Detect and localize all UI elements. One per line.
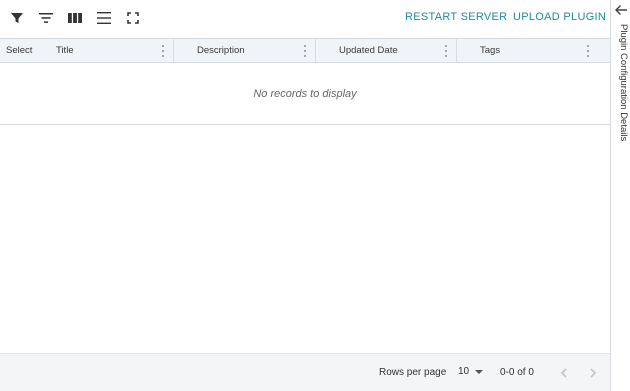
previous-page-icon[interactable] (557, 366, 571, 380)
column-header-label: Description (197, 45, 245, 56)
filter-icon[interactable] (8, 9, 26, 27)
plugin-config-side-panel: Plugin Configuration Details (610, 0, 630, 391)
column-divider[interactable] (173, 39, 174, 62)
dropdown-caret-icon (475, 369, 484, 374)
plugin-list-panel: RESTART SERVER UPLOAD PLUGIN Select Titl… (0, 0, 610, 391)
column-header-label: Tags (480, 45, 501, 56)
pagination-footer: Rows per page 10 0-0 of 0 (0, 353, 610, 391)
column-menu-icon[interactable] (160, 45, 166, 57)
upload-plugin-button[interactable]: UPLOAD PLUGIN (513, 11, 606, 23)
column-menu-icon[interactable] (443, 45, 449, 57)
column-header-label: Title (56, 45, 74, 56)
rows-per-page-label: Rows per page (379, 367, 447, 378)
fullscreen-icon[interactable] (124, 9, 142, 27)
column-header-select[interactable]: Select (6, 39, 32, 62)
column-header-updated-date[interactable]: Updated Date (339, 39, 398, 62)
column-divider[interactable] (315, 39, 316, 62)
rows-per-page-value: 10 (458, 366, 470, 377)
columns-icon[interactable] (66, 9, 84, 27)
column-header-description[interactable]: Description (197, 39, 245, 62)
column-header-tags[interactable]: Tags (480, 39, 500, 62)
column-menu-icon[interactable] (302, 45, 308, 57)
empty-state-message: No records to display (0, 63, 610, 125)
column-header-label: Select (6, 45, 33, 56)
pagination-range: 0-0 of 0 (500, 367, 534, 378)
next-page-icon[interactable] (586, 366, 600, 380)
table-header: Select Title Description Updated Date Ta… (0, 38, 610, 63)
sort-icon[interactable] (37, 9, 55, 27)
table-toolbar: RESTART SERVER UPLOAD PLUGIN (0, 0, 610, 38)
column-header-label: Updated Date (339, 45, 398, 56)
arrow-back-icon[interactable] (614, 3, 628, 17)
column-divider[interactable] (456, 39, 457, 62)
column-menu-icon[interactable] (585, 45, 591, 57)
restart-server-button[interactable]: RESTART SERVER (405, 11, 507, 23)
rows-per-page-select[interactable]: 10 (458, 366, 484, 377)
column-header-title[interactable]: Title (56, 39, 74, 62)
density-icon[interactable] (95, 9, 113, 27)
side-panel-title[interactable]: Plugin Configuration Details (613, 24, 629, 154)
